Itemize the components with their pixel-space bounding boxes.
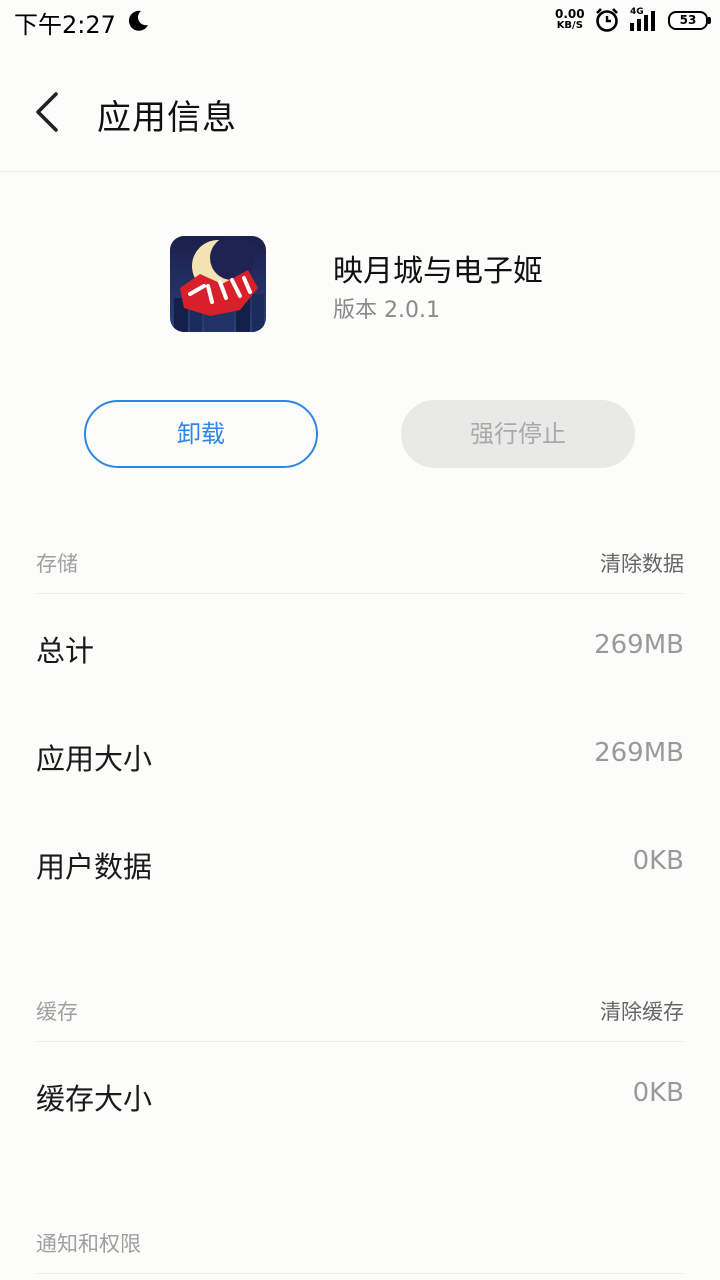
cache-section-title: 缓存 <box>36 1000 78 1024</box>
cache-section-header: 缓存 清除缓存 <box>36 986 684 1042</box>
app-bar: 应用信息 <box>0 40 720 172</box>
battery-icon: 53 <box>668 11 711 30</box>
app-icon <box>170 236 266 332</box>
row-label: 总计 <box>36 634 95 668</box>
uninstall-button[interactable]: 卸载 <box>84 400 318 468</box>
row-value: 0KB <box>632 1078 684 1108</box>
network-speed: 0.00 KB/S <box>555 8 585 32</box>
row-value: 269MB <box>594 738 684 768</box>
signal-icon <box>630 11 655 31</box>
network-speed-unit: KB/S <box>556 20 583 31</box>
app-name: 映月城与电子姬 <box>333 254 543 289</box>
storage-row-user-data: 用户数据 0KB <box>36 834 684 894</box>
network-speed-value: 0.00 <box>555 7 585 21</box>
alarm-icon <box>596 8 618 32</box>
storage-section-header: 存储 清除数据 <box>36 538 684 594</box>
cache-row-size: 缓存大小 0KB <box>36 1066 684 1126</box>
clear-cache-button[interactable]: 清除缓存 <box>600 996 684 1026</box>
force-stop-button[interactable]: 强行停止 <box>401 400 635 468</box>
row-label: 缓存大小 <box>36 1082 153 1116</box>
permissions-section-title: 通知和权限 <box>36 1232 141 1256</box>
app-info-screen: 下午2:27 0.00 KB/S 4G 53 应用信息 映月城与电子姬 版本 2… <box>0 0 720 1280</box>
status-time: 下午2:27 <box>14 11 116 39</box>
chevron-left-icon[interactable] <box>26 88 70 136</box>
storage-row-total: 总计 269MB <box>36 618 684 678</box>
app-version: 版本 2.0.1 <box>333 298 440 323</box>
row-label: 用户数据 <box>36 850 153 884</box>
row-label: 应用大小 <box>36 742 153 776</box>
permissions-section-header: 通知和权限 <box>36 1218 684 1274</box>
page-title: 应用信息 <box>97 98 237 138</box>
battery-level: 53 <box>679 13 697 27</box>
row-value: 0KB <box>632 846 684 876</box>
moon-icon <box>128 10 148 31</box>
clear-data-button[interactable]: 清除数据 <box>600 548 684 578</box>
storage-row-app-size: 应用大小 269MB <box>36 726 684 786</box>
row-value: 269MB <box>594 630 684 660</box>
storage-section-title: 存储 <box>36 552 78 576</box>
status-bar: 下午2:27 0.00 KB/S 4G 53 <box>0 0 720 40</box>
